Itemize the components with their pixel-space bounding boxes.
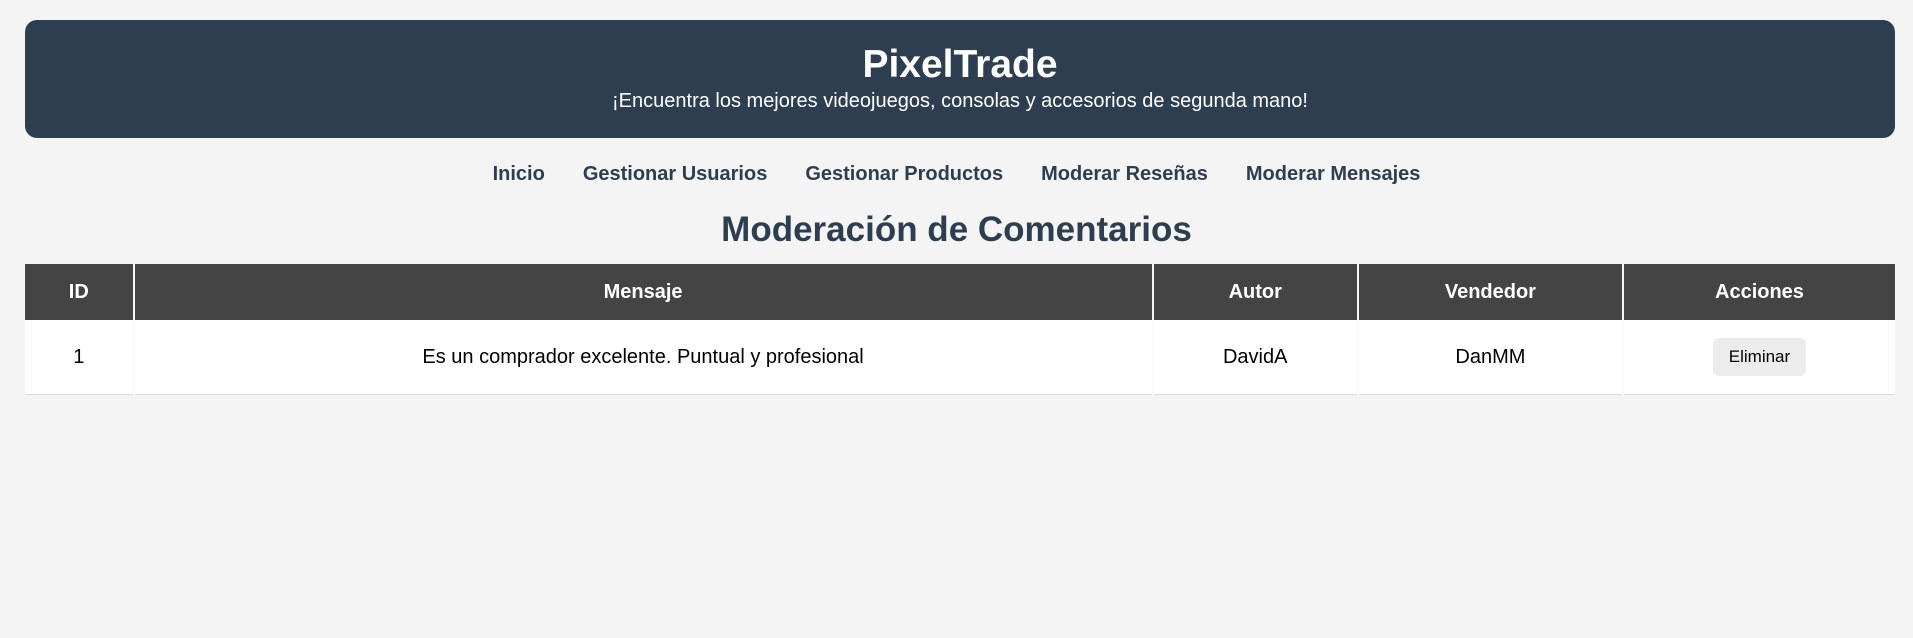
delete-button[interactable]: Eliminar (1712, 338, 1807, 376)
cell-seller: DanMM (1357, 320, 1624, 395)
cell-id: 1 (25, 320, 135, 395)
column-header-vendedor: Vendedor (1357, 264, 1624, 320)
cell-actions: Eliminar (1622, 320, 1895, 395)
comments-table: ID Mensaje Autor Vendedor Acciones 1 Es … (25, 264, 1895, 395)
site-title: PixelTrade (862, 43, 1058, 86)
page: PixelTrade ¡Encuentra los mejores videoj… (0, 0, 1913, 638)
cell-author: DavidA (1152, 320, 1359, 395)
cell-message: Es un comprador excelente. Puntual y pro… (133, 320, 1154, 395)
main-nav: Inicio Gestionar Usuarios Gestionar Prod… (0, 160, 1913, 188)
table-header-row: ID Mensaje Autor Vendedor Acciones (25, 264, 1895, 320)
nav-item-inicio[interactable]: Inicio (493, 160, 545, 188)
nav-item-gestionar-usuarios[interactable]: Gestionar Usuarios (583, 160, 768, 188)
column-header-id: ID (25, 264, 135, 320)
column-header-mensaje: Mensaje (133, 264, 1154, 320)
site-subtitle: ¡Encuentra los mejores videojuegos, cons… (612, 90, 1308, 112)
nav-item-moderar-mensajes[interactable]: Moderar Mensajes (1246, 160, 1421, 188)
table-row: 1 Es un comprador excelente. Puntual y p… (25, 320, 1895, 395)
nav-item-moderar-resenas[interactable]: Moderar Reseñas (1041, 160, 1208, 188)
column-header-autor: Autor (1152, 264, 1359, 320)
page-title: Moderación de Comentarios (721, 210, 1192, 249)
site-header: PixelTrade ¡Encuentra los mejores videoj… (25, 20, 1895, 138)
nav-item-gestionar-productos[interactable]: Gestionar Productos (805, 160, 1003, 188)
column-header-acciones: Acciones (1622, 264, 1895, 320)
